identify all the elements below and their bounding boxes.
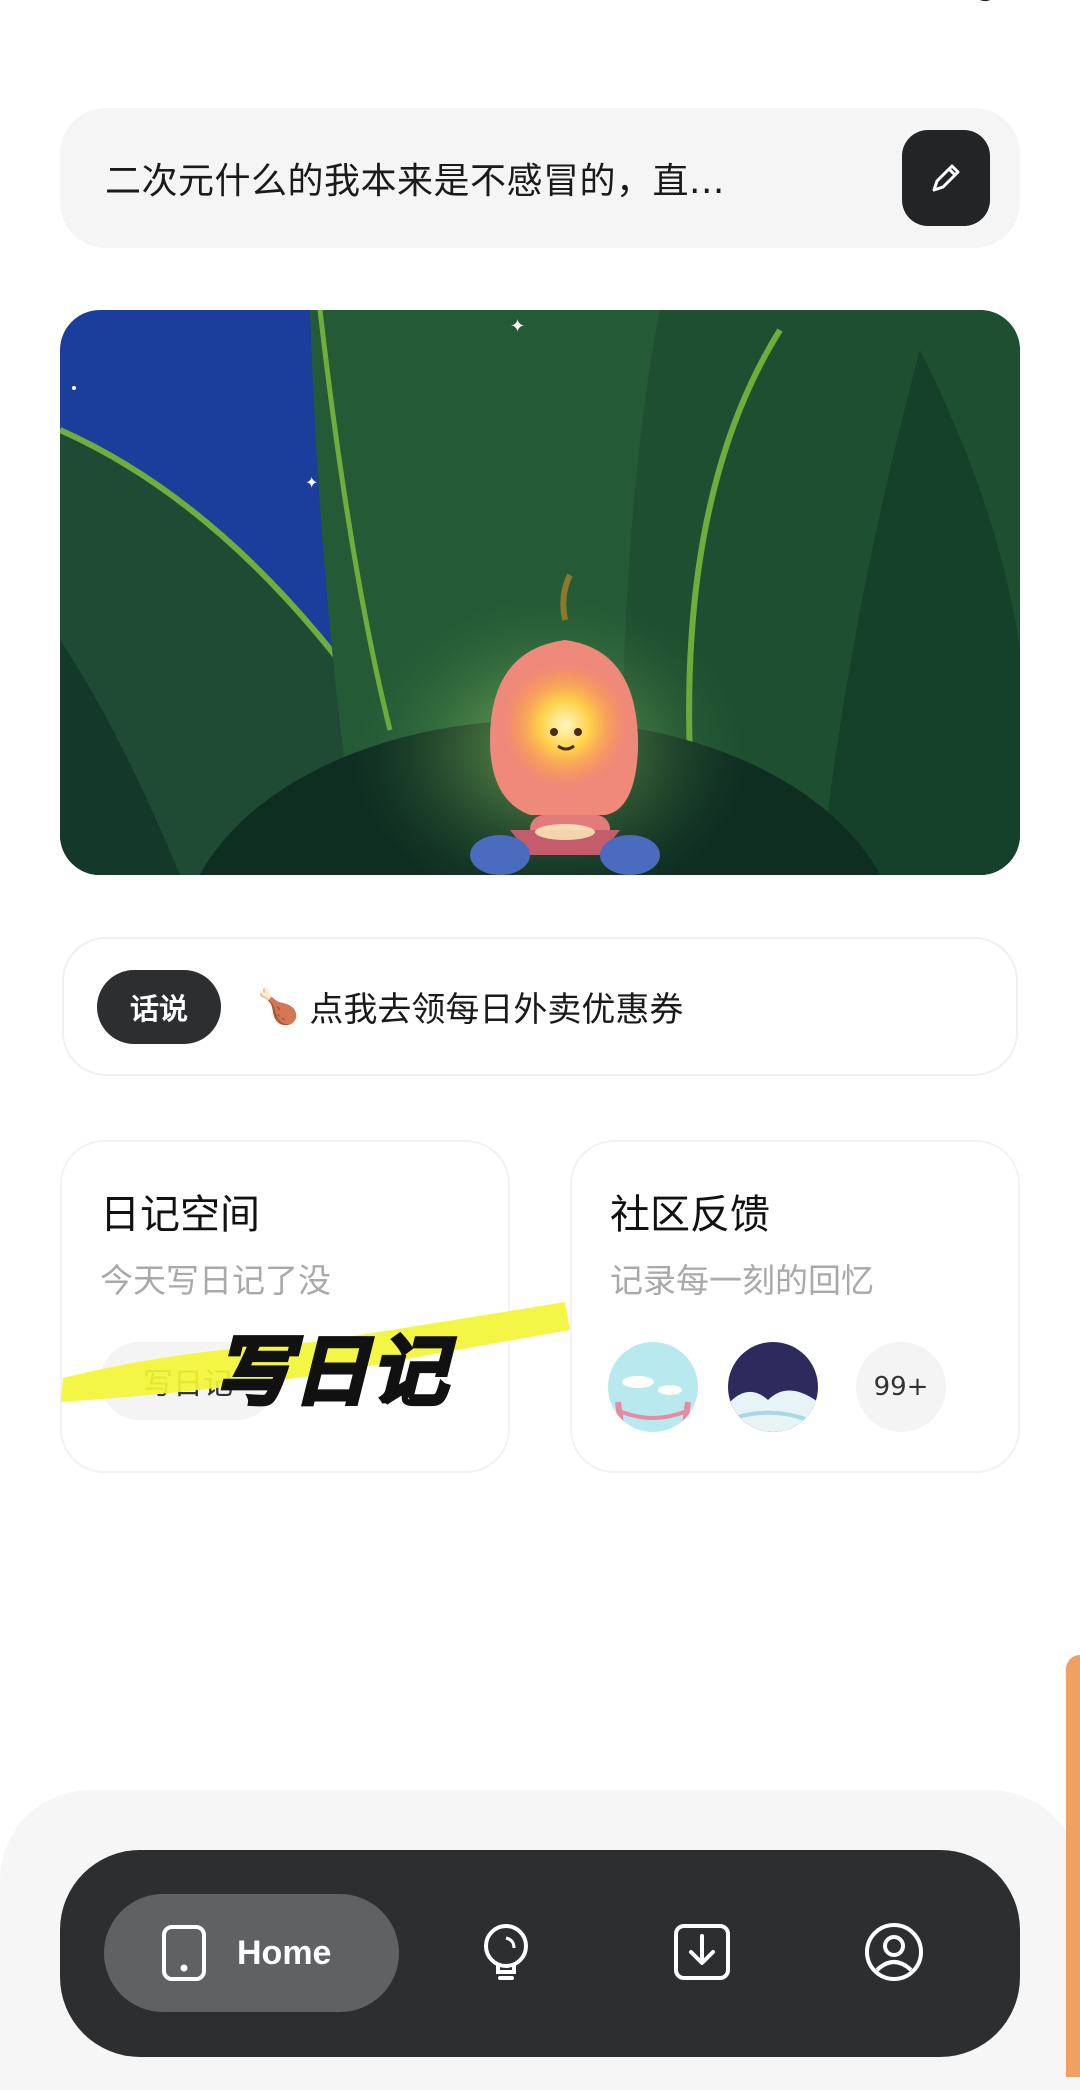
download-icon[interactable] xyxy=(670,1920,734,1984)
phone-icon xyxy=(162,1925,206,1981)
community-card-title: 社区反馈 xyxy=(610,1192,770,1238)
avatar[interactable] xyxy=(728,1342,818,1432)
pencil-icon xyxy=(932,164,960,192)
status-glyph xyxy=(980,0,991,1)
community-card-subtitle: 记录每一刻的回忆 xyxy=(610,1261,874,1300)
diary-card-subtitle: 今天写日记了没 xyxy=(100,1261,331,1300)
input-preview-text: 二次元什么的我本来是不感冒的，直... xyxy=(105,161,725,202)
community-card[interactable]: 社区反馈 记录每一刻的回忆 99+ xyxy=(570,1140,1020,1473)
side-panel-edge[interactable] xyxy=(1066,1655,1080,2077)
svg-text:✦: ✦ xyxy=(510,316,525,337)
diary-card-title: 日记空间 xyxy=(100,1192,260,1238)
avatar[interactable] xyxy=(608,1342,698,1432)
night-leaf-illustration: ✦ ✦ xyxy=(60,310,1020,875)
announcement-tag: 话说 xyxy=(97,969,221,1044)
quick-input-bar[interactable]: 二次元什么的我本来是不感冒的，直... xyxy=(60,108,1020,248)
announcement-text: 点我去领每日外卖优惠券 xyxy=(309,990,684,1030)
avatar-image xyxy=(728,1342,818,1432)
diary-card[interactable]: 日记空间 今天写日记了没 写日记 xyxy=(60,1140,510,1473)
member-count-badge: 99+ xyxy=(856,1342,946,1432)
banner-illustration[interactable]: ✦ ✦ xyxy=(60,310,1020,875)
tab-home-label: Home xyxy=(237,1933,332,1972)
announcement-bar[interactable]: 话说 🍗 点我去领每日外卖优惠券 xyxy=(62,937,1018,1076)
drumstick-icon: 🍗 xyxy=(257,986,300,1027)
profile-icon[interactable] xyxy=(862,1920,926,1984)
bottom-tab-bar: Home xyxy=(60,1850,1020,2057)
lightbulb-icon[interactable] xyxy=(474,1920,538,1984)
avatar-image xyxy=(608,1342,698,1432)
caption-overlay: 写日记 xyxy=(213,1325,449,1418)
tab-home[interactable]: Home xyxy=(104,1894,399,2012)
svg-text:✦: ✦ xyxy=(305,473,318,492)
edit-button[interactable] xyxy=(902,130,990,226)
